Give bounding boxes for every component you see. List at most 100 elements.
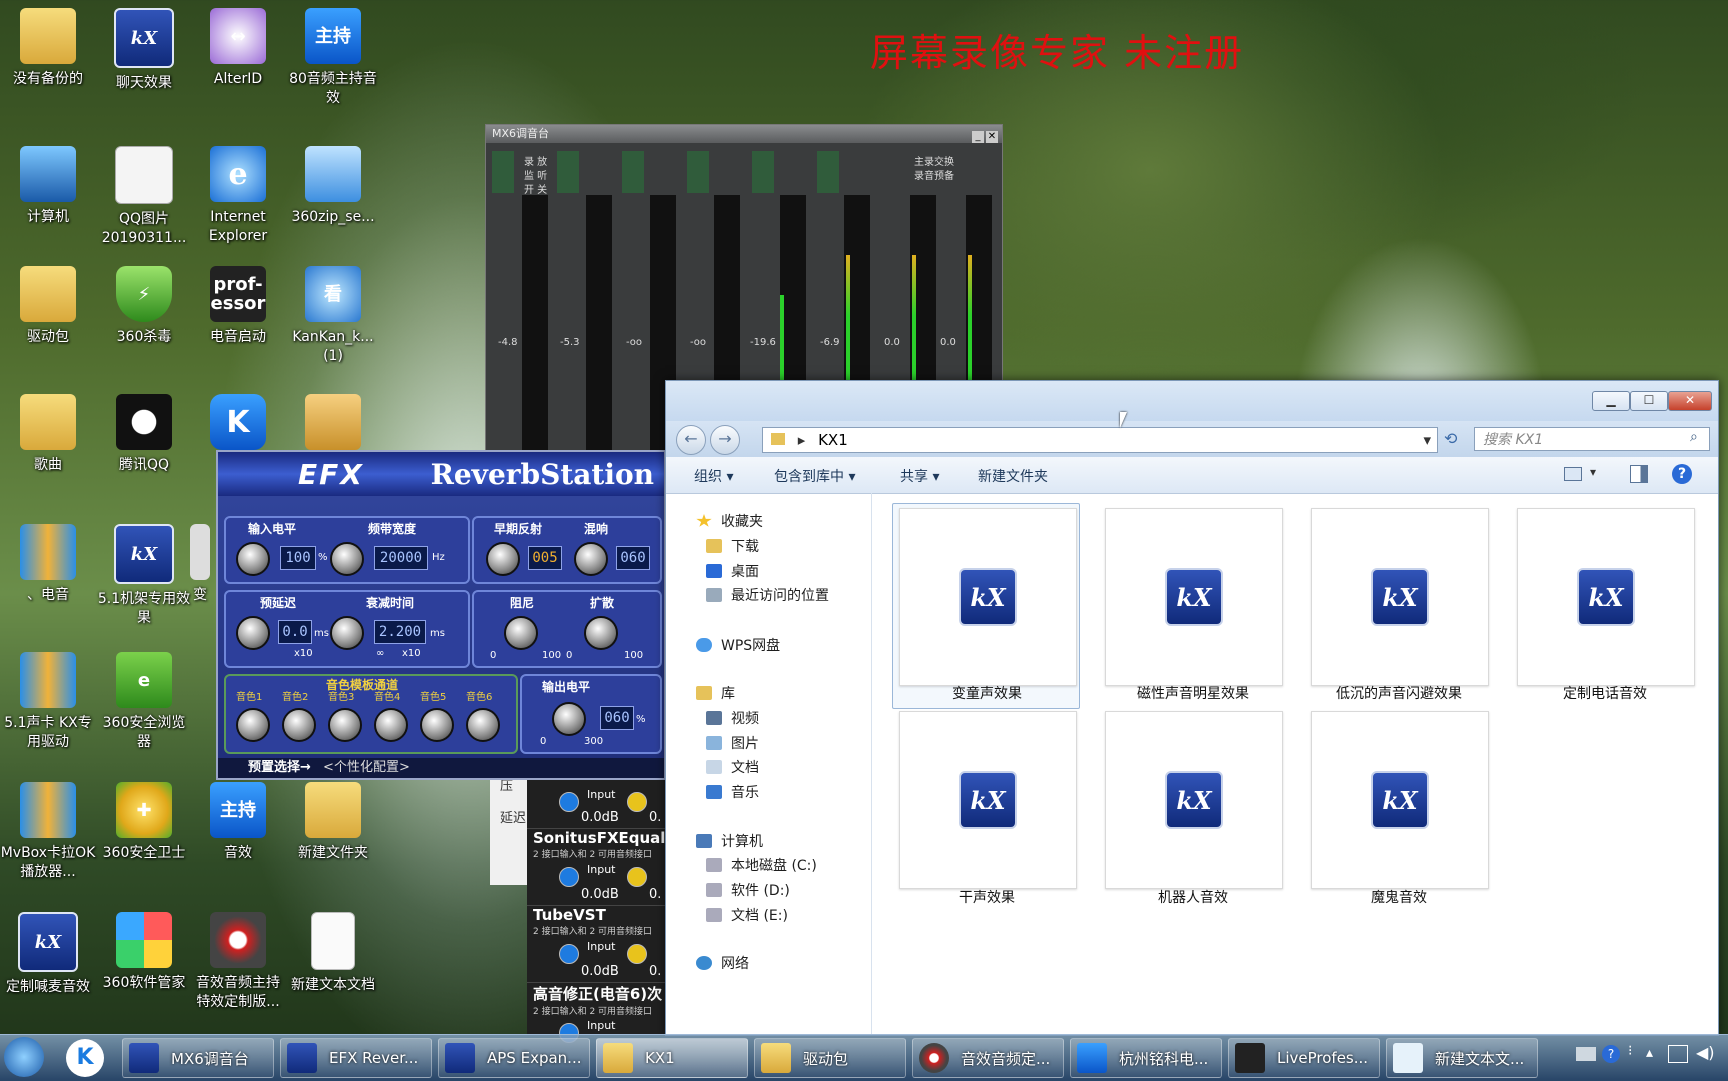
file-tile[interactable]: kX <box>1105 508 1283 686</box>
desktop-icon-electro[interactable]: 、电音 <box>0 524 96 605</box>
desktop-icon-sound-fx[interactable]: 主持 音效 <box>190 782 286 863</box>
back-button[interactable]: ← <box>676 425 706 455</box>
aps-side-panel[interactable]: 压 延迟 <box>490 775 528 885</box>
share-button[interactable]: 共享 ▾ <box>900 466 939 486</box>
desktop-icon-360-browser[interactable]: e 360安全浏览器 <box>96 652 192 752</box>
nav-favorites[interactable]: 收藏夹 <box>696 511 763 531</box>
taskbar-item-new-text[interactable]: 新建文本文... <box>1386 1038 1538 1078</box>
file-tile[interactable]: kX <box>899 508 1077 686</box>
desktop-icon-chat-effect[interactable]: kX 聊天效果 <box>96 8 192 93</box>
efx-reverb-window[interactable]: EFX ReverbStation 输入电平 频带宽度 100 % 20000 … <box>216 450 666 780</box>
desktop-icon-songs[interactable]: 歌曲 <box>0 394 96 475</box>
taskbar-item-aps[interactable]: APS Expan... <box>438 1038 590 1078</box>
desktop-icon-kx-driver[interactable]: 5.1声卡 KX专用驱动 <box>0 652 96 752</box>
refresh-icon[interactable]: ⟲ <box>1444 429 1457 448</box>
desktop-icon-360-software[interactable]: 360软件管家 <box>96 912 192 993</box>
taskbar-item-efx[interactable]: EFX Rever... <box>280 1038 432 1078</box>
explorer-titlebar[interactable]: ▁ ☐ ✕ <box>666 381 1718 421</box>
nav-drive-d[interactable]: 软件 (D:) <box>706 880 790 900</box>
volume-icon[interactable]: ◀) <box>1696 1043 1715 1062</box>
search-icon[interactable]: ⌕ <box>1690 429 1698 445</box>
bandwidth-knob[interactable] <box>330 542 364 576</box>
preview-pane-icon[interactable] <box>1630 465 1648 483</box>
desktop-icon-kankan[interactable]: 看 KanKan_k...(1) <box>285 266 381 366</box>
desktop-icon-electro-launch[interactable]: prof-essor 电音启动 <box>190 266 286 347</box>
minimize-button[interactable]: ▁ <box>1592 391 1630 411</box>
desktop-icon-360zip[interactable]: 360zip_se... <box>285 146 381 227</box>
desktop-icon-qq-image[interactable]: QQ图片20190311... <box>96 146 192 248</box>
desktop-icon-host-custom[interactable]: 音效音频主持特效定制版... <box>190 912 286 1012</box>
preset-select[interactable]: <个性化配置> <box>323 760 410 775</box>
predelay-knob[interactable] <box>236 616 270 650</box>
output-level-knob[interactable] <box>552 702 586 736</box>
desktop-icon-new-text[interactable]: 新建文本文档 <box>285 912 381 995</box>
taskbar-item-mixer[interactable]: MX6调音台 <box>122 1038 274 1078</box>
desktop-icon-51-rack[interactable]: kX 5.1机架专用效果 <box>96 524 192 628</box>
include-library-button[interactable]: 包含到库中 ▾ <box>774 466 855 486</box>
taskbar-item-kx1[interactable]: KX1 <box>596 1038 748 1078</box>
reverb-mix-knob[interactable] <box>574 542 608 576</box>
file-tile[interactable]: kX <box>1105 711 1283 889</box>
search-input[interactable]: 搜索 KX1 <box>1474 427 1710 451</box>
nav-drive-e[interactable]: 文档 (E:) <box>706 905 788 925</box>
organize-button[interactable]: 组织 ▾ <box>694 466 733 486</box>
close-button[interactable]: ✕ <box>986 131 998 143</box>
nav-wps-cloud[interactable]: WPS网盘 <box>696 635 780 655</box>
plugin-row[interactable]: TubeVST 2 接口输入和 2 可用音频接口 Input 0.0dB 0. <box>527 905 665 982</box>
desktop-icon-mvbox[interactable]: MvBox卡拉OK播放器... <box>0 782 96 882</box>
input-level-knob[interactable] <box>236 542 270 576</box>
desktop-icon-360-antivirus[interactable]: ⚡ 360杀毒 <box>96 266 192 347</box>
input-dial[interactable] <box>559 867 579 887</box>
chevron-down-icon[interactable]: ▾ <box>1590 465 1596 479</box>
desktop-icon-alterid[interactable]: ↔ AlterID <box>190 8 286 89</box>
gain-dial[interactable] <box>627 867 647 887</box>
nav-music[interactable]: 音乐 <box>706 782 759 802</box>
maximize-button[interactable]: ☐ <box>1630 391 1668 411</box>
tone-6-knob[interactable] <box>466 708 500 742</box>
forward-button[interactable]: → <box>710 425 740 455</box>
tray-chevron-icon[interactable]: ⁝ <box>1628 1043 1632 1059</box>
aps-plugin-list[interactable]: Input 0.0dB 0. SonitusFXEqualize 2 接口输入和… <box>527 775 690 1043</box>
desktop-icon-360-guard[interactable]: ✚ 360安全卫士 <box>96 782 192 863</box>
taskbar-item-sound-custom[interactable]: 音效音频定... <box>912 1038 1064 1078</box>
chevron-down-icon[interactable]: ▾ <box>1423 428 1431 452</box>
nav-desktop[interactable]: 桌面 <box>706 561 759 581</box>
gain-dial[interactable] <box>627 944 647 964</box>
damping-knob[interactable] <box>504 616 538 650</box>
taskbar-item-driver-pack[interactable]: 驱动包 <box>754 1038 906 1078</box>
desktop-icon-custom-mc[interactable]: kX 定制喊麦音效 <box>0 912 96 997</box>
nav-videos[interactable]: 视频 <box>706 708 759 728</box>
address-bar[interactable]: ▸ KX1 ▾ <box>762 427 1438 453</box>
nav-recent[interactable]: 最近访问的位置 <box>706 585 829 605</box>
desktop-icon-computer[interactable]: 计算机 <box>0 146 96 227</box>
path-segment[interactable]: KX1 <box>818 431 848 449</box>
taskbar-item-liveprofessor[interactable]: LiveProfes... <box>1228 1038 1380 1078</box>
decay-time-knob[interactable] <box>330 616 364 650</box>
mixer-toggle-buttons[interactable] <box>492 151 872 193</box>
desktop-icon-host-fx-80[interactable]: 主持 80音频主持音效 <box>285 8 381 108</box>
desktop-icon-driver-pack[interactable]: 驱动包 <box>0 266 96 347</box>
file-tile[interactable]: kX <box>1311 711 1489 889</box>
nav-pictures[interactable]: 图片 <box>706 733 759 753</box>
preset-bar[interactable]: 预置选择→ <个性化配置> <box>218 758 664 778</box>
keyboard-icon[interactable] <box>1576 1047 1596 1061</box>
tone-5-knob[interactable] <box>420 708 454 742</box>
kugou-icon[interactable]: K <box>66 1039 104 1077</box>
tone-3-knob[interactable] <box>328 708 362 742</box>
view-options-icon[interactable] <box>1564 467 1582 481</box>
mixer-titlebar[interactable]: MX6调音台 _ ✕ <box>486 125 1002 143</box>
tone-1-knob[interactable] <box>236 708 270 742</box>
close-button[interactable]: ✕ <box>1668 391 1712 411</box>
plugin-row[interactable]: SonitusFXEqualize 2 接口输入和 2 可用音频接口 Input… <box>527 828 690 905</box>
tone-4-knob[interactable] <box>374 708 408 742</box>
nav-drive-c[interactable]: 本地磁盘 (C:) <box>706 855 817 875</box>
file-tile[interactable]: kX <box>1517 508 1695 686</box>
desktop-icon-new-folder[interactable]: 新建文件夹 <box>285 782 381 863</box>
diffusion-knob[interactable] <box>584 616 618 650</box>
start-button[interactable] <box>4 1037 44 1077</box>
desktop-icon-ie[interactable]: e Internet Explorer <box>190 146 286 246</box>
desktop-icon-folder-backup[interactable]: 没有备份的 <box>0 8 96 89</box>
plugin-row[interactable]: Input 0.0dB 0. <box>527 775 665 828</box>
help-icon[interactable]: ? <box>1602 1045 1620 1063</box>
input-dial[interactable] <box>559 792 579 812</box>
